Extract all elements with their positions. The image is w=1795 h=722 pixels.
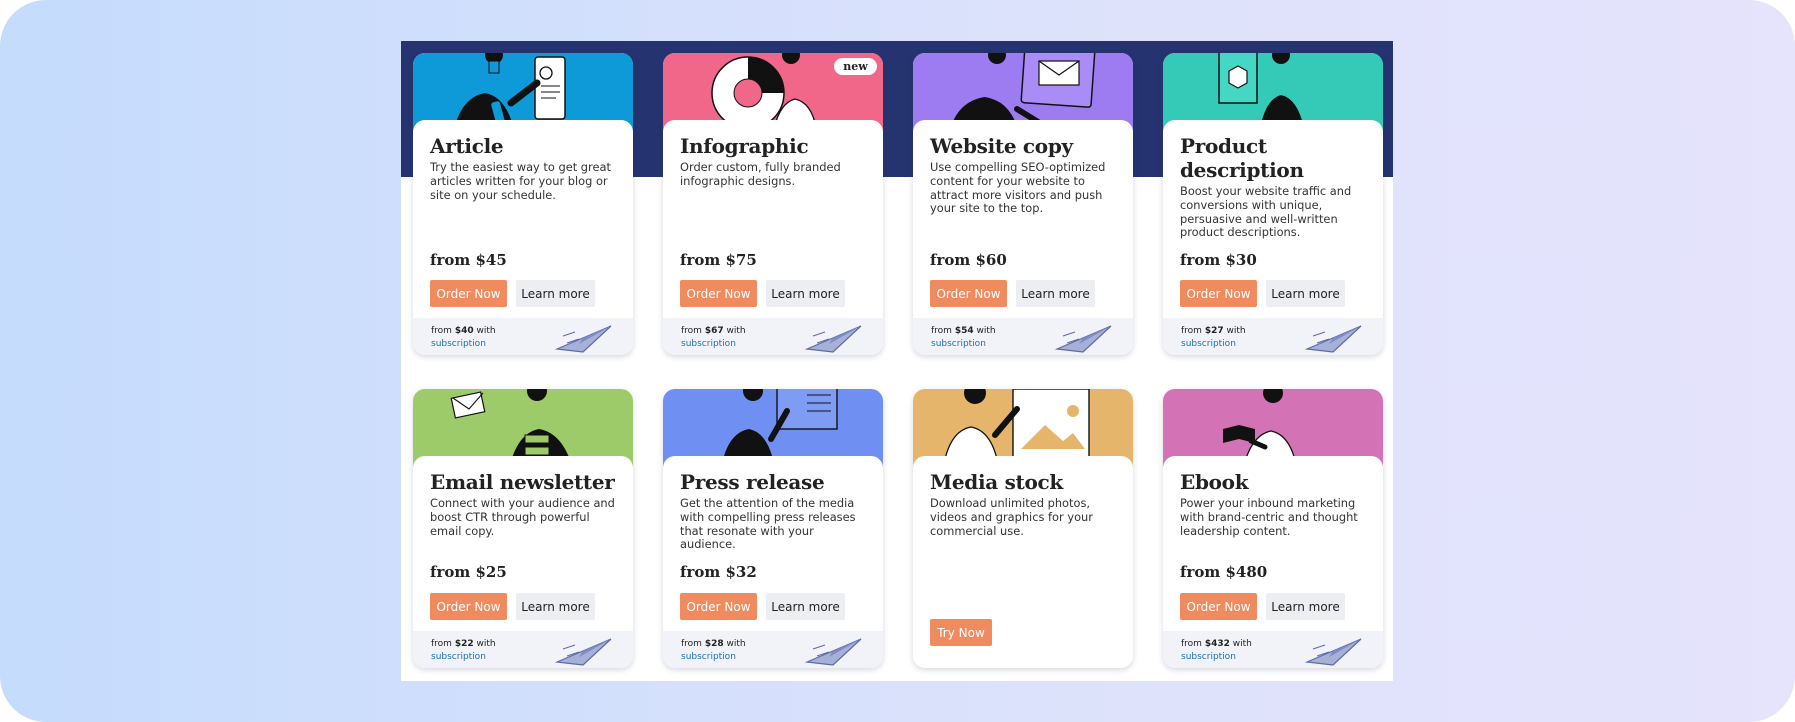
subscription-link[interactable]: subscription (1181, 338, 1246, 351)
card-article: Article Try the easiest way to get great… (413, 53, 633, 355)
subscription-link[interactable]: subscription (431, 651, 496, 664)
card-body: Article Try the easiest way to get great… (413, 120, 633, 203)
learn-more-button[interactable]: Learn more (766, 593, 845, 620)
subscription-price-text: from $28 with subscription (681, 639, 746, 664)
subscription-price-text: from $67 with subscription (681, 326, 746, 351)
subscription-price-text: from $40 with subscription (431, 326, 496, 351)
order-now-button[interactable]: Order Now (680, 280, 757, 307)
card-price: from $30 (1180, 251, 1257, 269)
card-description: Order custom, fully branded infographic … (680, 160, 841, 188)
paper-plane-icon (804, 638, 862, 666)
card-title: Infographic (680, 134, 809, 158)
learn-more-button[interactable]: Learn more (1266, 593, 1345, 620)
product-grid-panel: Article Try the easiest way to get great… (401, 41, 1393, 681)
new-badge: new (834, 58, 877, 75)
card-title: Media stock (930, 470, 1063, 494)
card-price: from $45 (430, 251, 507, 269)
card-description: Use compelling SEO-optimized content for… (930, 160, 1106, 216)
learn-more-button[interactable]: Learn more (1266, 280, 1345, 307)
card-description: Try the easiest way to get great article… (430, 160, 611, 202)
try-now-button[interactable]: Try Now (930, 619, 992, 646)
card-email-newsletter: Email newsletter Connect with your audie… (413, 389, 633, 668)
card-media-stock: Media stock Download unlimited photos, v… (913, 389, 1133, 668)
subscription-price: $27 (1204, 326, 1224, 336)
learn-more-button[interactable]: Learn more (766, 280, 845, 307)
card-website-copy: Website copy Use compelling SEO-optimize… (913, 53, 1133, 355)
card-title: Product description (1180, 134, 1304, 182)
subscription-link[interactable]: subscription (431, 338, 496, 351)
subscription-price-text: from $22 with subscription (431, 639, 496, 664)
learn-more-button[interactable]: Learn more (1016, 280, 1095, 307)
card-description: Get the attention of the media with comp… (680, 496, 856, 552)
card-price: from $75 (680, 251, 757, 269)
card-price: from $480 (1180, 563, 1268, 581)
card-title: Website copy (930, 134, 1073, 158)
card-infographic: new Infographic Order custom, fully bran… (663, 53, 883, 355)
card-description: Connect with your audience and boost CTR… (430, 496, 615, 538)
card-price: from $32 (680, 563, 757, 581)
order-now-button[interactable]: Order Now (430, 593, 507, 620)
card-body: Press release Get the attention of the m… (663, 456, 883, 553)
order-now-button[interactable]: Order Now (1180, 280, 1257, 307)
card-title: Email newsletter (430, 470, 615, 494)
card-product-description: Product description Boost your website t… (1163, 53, 1383, 355)
card-title: Ebook (1180, 470, 1249, 494)
card-description: Download unlimited photos, videos and gr… (930, 496, 1093, 538)
subscription-strip: from $67 with subscription (663, 318, 883, 355)
card-title: Press release (680, 470, 825, 494)
paper-plane-icon (554, 325, 612, 353)
subscription-price: $28 (704, 639, 724, 649)
card-body: Media stock Download unlimited photos, v… (913, 456, 1133, 539)
subscription-price: $67 (704, 326, 724, 336)
order-now-button[interactable]: Order Now (680, 593, 757, 620)
subscription-strip: from $432 with subscription (1163, 631, 1383, 668)
card-price: from $60 (930, 251, 1007, 269)
learn-more-button[interactable]: Learn more (516, 280, 595, 307)
subscription-strip: from $40 with subscription (413, 318, 633, 355)
subscription-link[interactable]: subscription (1181, 651, 1252, 664)
subscription-price: $22 (454, 639, 474, 649)
subscription-price-text: from $27 with subscription (1181, 326, 1246, 351)
subscription-price: $40 (454, 326, 474, 336)
subscription-link[interactable]: subscription (681, 651, 746, 664)
card-body: Product description Boost your website t… (1163, 120, 1383, 241)
order-now-button[interactable]: Order Now (930, 280, 1007, 307)
card-price: from $25 (430, 563, 507, 581)
paper-plane-icon (1304, 325, 1362, 353)
subscription-link[interactable]: subscription (931, 338, 996, 351)
subscription-price-text: from $432 with subscription (1181, 639, 1252, 664)
paper-plane-icon (1054, 325, 1112, 353)
paper-plane-icon (1304, 638, 1362, 666)
learn-more-button[interactable]: Learn more (516, 593, 595, 620)
card-ebook: Ebook Power your inbound marketing with … (1163, 389, 1383, 668)
subscription-price: $54 (954, 326, 974, 336)
subscription-strip: from $22 with subscription (413, 631, 633, 668)
order-now-button[interactable]: Order Now (430, 280, 507, 307)
card-press-release: Press release Get the attention of the m… (663, 389, 883, 668)
order-now-button[interactable]: Order Now (1180, 593, 1257, 620)
paper-plane-icon (554, 638, 612, 666)
card-description: Power your inbound marketing with brand-… (1180, 496, 1358, 538)
subscription-price: $432 (1204, 639, 1230, 649)
subscription-strip: from $27 with subscription (1163, 318, 1383, 355)
subscription-strip: from $54 with subscription (913, 318, 1133, 355)
subscription-strip: from $28 with subscription (663, 631, 883, 668)
card-body: Ebook Power your inbound marketing with … (1163, 456, 1383, 539)
card-body: Infographic Order custom, fully branded … (663, 120, 883, 189)
subscription-link[interactable]: subscription (681, 338, 746, 351)
card-body: Email newsletter Connect with your audie… (413, 456, 633, 539)
card-body: Website copy Use compelling SEO-optimize… (913, 120, 1133, 217)
card-title: Article (430, 134, 504, 158)
subscription-price-text: from $54 with subscription (931, 326, 996, 351)
paper-plane-icon (804, 325, 862, 353)
card-description: Boost your website traffic and conversio… (1180, 184, 1352, 240)
